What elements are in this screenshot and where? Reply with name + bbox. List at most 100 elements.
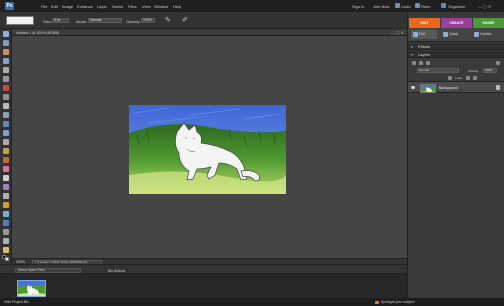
selection-brush-icon[interactable]	[3, 94, 9, 100]
artwork-drawing	[129, 105, 286, 194]
lock-transparency-icon[interactable]	[473, 76, 477, 80]
eraser-icon[interactable]	[3, 166, 9, 172]
gradient-tool-icon[interactable]	[3, 211, 9, 217]
subtab-quick[interactable]: Quick	[441, 30, 469, 39]
brush-preview[interactable]	[6, 16, 34, 25]
redo-icon[interactable]	[415, 3, 420, 8]
artwork-image[interactable]	[129, 105, 286, 194]
move-tool-icon[interactable]	[3, 31, 9, 37]
show-open-files-select[interactable]: Show Open Files	[15, 268, 81, 273]
status-bar: Hide Project Bin Spotlight your subject	[0, 298, 504, 306]
undo-button[interactable]: Undo	[401, 4, 411, 9]
menu-filter[interactable]: Filter	[128, 4, 137, 9]
spotlight-link[interactable]: Spotlight your subject	[381, 300, 414, 304]
menu-image[interactable]: Image	[62, 4, 73, 9]
shape-tool-icon[interactable]	[3, 220, 9, 226]
straighten-tool-icon[interactable]	[3, 130, 9, 136]
project-bin-thumbnail[interactable]	[17, 280, 46, 297]
eyedropper-icon[interactable]	[3, 58, 9, 64]
smart-brush-icon[interactable]	[3, 184, 9, 190]
tab-create[interactable]: CREATE	[441, 18, 472, 28]
document-window-controls[interactable]: — ▢ ✕	[391, 30, 404, 35]
crop-tool-icon[interactable]	[3, 112, 9, 118]
redo-button[interactable]: Redo	[421, 4, 431, 9]
magic-wand-icon[interactable]	[3, 85, 9, 91]
join-now-link[interactable]: Join Now	[373, 4, 389, 9]
brush-tool-icon[interactable]	[3, 175, 9, 181]
marquee-tool-icon[interactable]	[3, 67, 9, 73]
new-layer-icon[interactable]	[412, 61, 416, 65]
layer-thumbnail-image	[421, 84, 435, 92]
canvas-area[interactable]	[12, 36, 407, 258]
delete-layer-icon[interactable]	[426, 61, 430, 65]
tools-panel	[0, 29, 12, 264]
subtab-guided[interactable]: Guided	[472, 30, 503, 39]
edit-subtabs: Full Quick Guided	[408, 28, 504, 42]
paint-bucket-icon[interactable]	[3, 202, 9, 208]
lock-all-icon[interactable]	[466, 76, 470, 80]
project-bin	[0, 274, 407, 298]
layer-opacity-field[interactable]: 100%	[483, 68, 497, 73]
menu-view[interactable]: View	[142, 4, 151, 9]
blur-tool-icon[interactable]	[3, 229, 9, 235]
undo-icon[interactable]	[395, 3, 400, 8]
menu-help[interactable]: Help	[173, 4, 181, 9]
tab-edit[interactable]: EDIT	[409, 18, 440, 28]
guided-edit-icon	[474, 32, 479, 37]
pencil-icon[interactable]	[3, 193, 9, 199]
document-tab[interactable]: Untitled-1 @ 100% (RGB/8) — ▢ ✕	[12, 29, 407, 36]
layer-row-background[interactable]: Background	[408, 81, 504, 93]
healing-brush-icon[interactable]	[3, 148, 9, 154]
project-bin-header: Show Open Files Bin Actions	[0, 264, 407, 274]
red-eye-icon[interactable]	[3, 139, 9, 145]
zoom-tool-icon[interactable]	[3, 40, 9, 46]
sponge-tool-icon[interactable]	[3, 238, 9, 244]
layer-opacity-label: Opacity:	[468, 69, 480, 73]
window-controls[interactable]: — ▢ ✕	[478, 4, 491, 9]
cookie-cutter-icon[interactable]	[3, 121, 9, 127]
size-field[interactable]: 5 px	[52, 18, 69, 23]
menu-file[interactable]: File	[41, 4, 47, 9]
layers-panel-header[interactable]: ▾ Layers	[408, 51, 504, 58]
opacity-label: Opacity:	[126, 19, 141, 24]
opacity-field[interactable]: 100%	[141, 18, 155, 23]
lasso-tool-icon[interactable]	[3, 76, 9, 82]
airbrush-icon[interactable]: ✎	[165, 16, 171, 24]
hand-tool-icon[interactable]	[3, 49, 9, 55]
menu-layer[interactable]: Layer	[97, 4, 107, 9]
layer-name: Background	[439, 86, 458, 90]
menu-select[interactable]: Select	[112, 4, 123, 9]
full-edit-icon	[413, 32, 418, 37]
document-title: Untitled-1 @ 100% (RGB/8)	[16, 30, 60, 35]
hide-project-bin-button[interactable]: Hide Project Bin	[4, 300, 29, 304]
effects-panel-header[interactable]: ▸ Effects	[408, 43, 504, 50]
dodge-tool-icon[interactable]	[3, 247, 9, 253]
subtab-full[interactable]: Full	[411, 30, 437, 39]
visibility-eye-icon[interactable]	[411, 86, 415, 89]
menu-enhance[interactable]: Enhance	[77, 4, 93, 9]
tab-share[interactable]: SHARE	[473, 18, 504, 28]
adjustment-layer-icon[interactable]	[419, 61, 423, 65]
clone-stamp-icon[interactable]	[3, 157, 9, 163]
mode-select[interactable]: Normal	[88, 18, 122, 23]
layer-lock-icon	[496, 85, 500, 90]
layer-controls-row	[408, 59, 504, 67]
bin-thumbnail-image	[18, 281, 45, 296]
bin-actions-menu[interactable]: Bin Actions	[108, 269, 125, 273]
effects-disclosure-icon[interactable]: ▸	[411, 43, 413, 50]
layers-disclosure-icon[interactable]: ▾	[411, 51, 413, 58]
tablet-icon[interactable]: ✐	[182, 16, 188, 24]
effects-label: Effects	[418, 44, 431, 49]
blend-mode-select[interactable]: Normal	[417, 68, 459, 73]
app-logo: Ps	[5, 2, 14, 10]
layers-label: Layers	[418, 52, 431, 57]
lock-pixels-icon[interactable]	[448, 76, 452, 80]
menu-edit[interactable]: Edit	[51, 4, 58, 9]
organizer-button[interactable]: Organizer	[448, 4, 466, 9]
panel-menu-icon[interactable]	[496, 61, 500, 65]
organizer-icon[interactable]	[441, 3, 446, 8]
sign-in-link[interactable]: Sign In	[352, 4, 364, 9]
menu-window[interactable]: Window	[154, 4, 168, 9]
background-color-swatch[interactable]	[5, 257, 9, 261]
type-tool-icon[interactable]	[3, 103, 9, 109]
